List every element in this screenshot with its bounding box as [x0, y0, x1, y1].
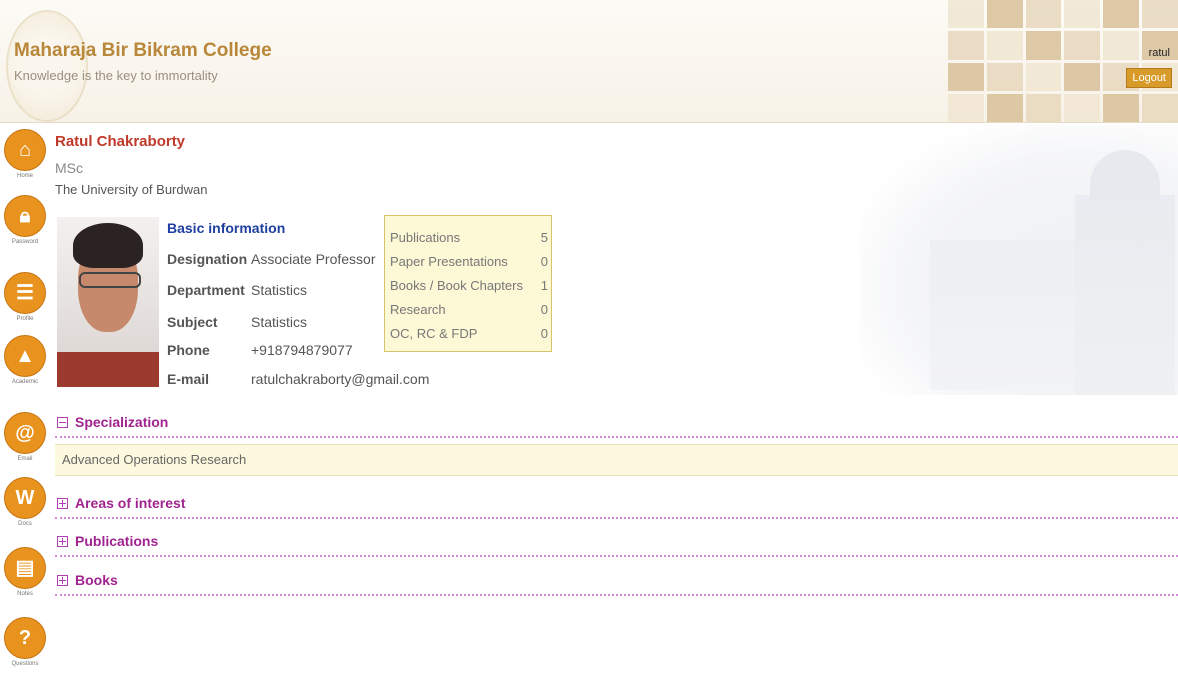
- building-tower-image: [1075, 195, 1175, 395]
- logout-button[interactable]: Logout: [1126, 68, 1172, 88]
- college-name: Maharaja Bir Bikram College: [14, 40, 272, 61]
- faculty-name: Ratul Chakraborty: [55, 133, 186, 150]
- page-header: Maharaja Bir Bikram College Knowledge is…: [0, 0, 1178, 123]
- sidebar-item-home[interactable]: ⌂ Home: [3, 129, 47, 179]
- stat-row: OC, RC & FDP 0: [390, 326, 548, 341]
- sidebar-item-password[interactable]: 🔒︎ Password: [3, 195, 47, 245]
- stat-row: Paper Presentations 0: [390, 254, 548, 269]
- expand-icon[interactable]: [57, 536, 68, 547]
- username-label: ratul: [1148, 47, 1170, 59]
- sidebar-item-email[interactable]: @ Email: [3, 412, 47, 462]
- email-label: E-mail: [167, 371, 210, 387]
- subject-value: Statistics: [251, 314, 308, 330]
- specialization-content: Advanced Operations Research: [55, 444, 1178, 476]
- section-publications[interactable]: Publications: [55, 531, 1178, 557]
- phone-label: Phone: [167, 342, 210, 358]
- profile-icon: ☰: [4, 272, 46, 314]
- question-icon: ?: [4, 617, 46, 659]
- collapse-icon[interactable]: [57, 417, 68, 428]
- sidebar-item-academic[interactable]: ▲ Academic: [3, 335, 47, 385]
- section-areas-of-interest[interactable]: Areas of interest: [55, 493, 1178, 519]
- section-specialization[interactable]: Specialization: [55, 412, 1178, 438]
- at-icon: @: [4, 412, 46, 454]
- header-decoration: [948, 0, 1178, 122]
- sidebar-item-notes[interactable]: ▤ Notes: [3, 547, 47, 597]
- email-value: ratulchakraborty@gmail.com: [251, 371, 430, 387]
- stat-row: Publications 5: [390, 230, 548, 245]
- expand-icon[interactable]: [57, 498, 68, 509]
- department-label: Department: [167, 282, 245, 298]
- notes-icon: ▤: [4, 547, 46, 589]
- word-doc-icon: W: [4, 477, 46, 519]
- college-tagline: Knowledge is the key to immortality: [14, 68, 218, 83]
- sidebar-item-docs[interactable]: W Docs: [3, 477, 47, 527]
- building-wing-image: [930, 240, 1080, 390]
- designation-value: Associate Professor: [251, 251, 376, 267]
- section-books[interactable]: Books: [55, 570, 1178, 596]
- section-title[interactable]: Publications: [75, 533, 158, 549]
- expand-icon[interactable]: [57, 575, 68, 586]
- section-title[interactable]: Books: [75, 572, 118, 588]
- stat-row: Books / Book Chapters 1: [390, 278, 548, 293]
- graduation-cap-icon: ▲: [4, 335, 46, 377]
- sidebar-item-profile[interactable]: ☰ Profile: [3, 272, 47, 322]
- basic-info-title: Basic information: [167, 220, 286, 236]
- designation-label: Designation: [167, 251, 248, 267]
- home-icon: ⌂: [4, 129, 46, 171]
- faculty-photo: [57, 217, 159, 387]
- faculty-degree: MSc: [55, 160, 83, 176]
- college-logo: [6, 10, 88, 122]
- section-title[interactable]: Specialization: [75, 414, 168, 430]
- section-title[interactable]: Areas of interest: [75, 495, 185, 511]
- lock-icon: 🔒︎: [4, 195, 46, 237]
- stat-row: Research 0: [390, 302, 548, 317]
- faculty-university: The University of Burdwan: [55, 182, 208, 197]
- stats-summary-box: Publications 5 Paper Presentations 0 Books…: [384, 215, 552, 352]
- phone-value: +918794879077: [251, 342, 353, 358]
- sidebar-item-questions[interactable]: ? Questions: [3, 617, 47, 667]
- department-value: Statistics: [251, 282, 308, 298]
- subject-label: Subject: [167, 314, 218, 330]
